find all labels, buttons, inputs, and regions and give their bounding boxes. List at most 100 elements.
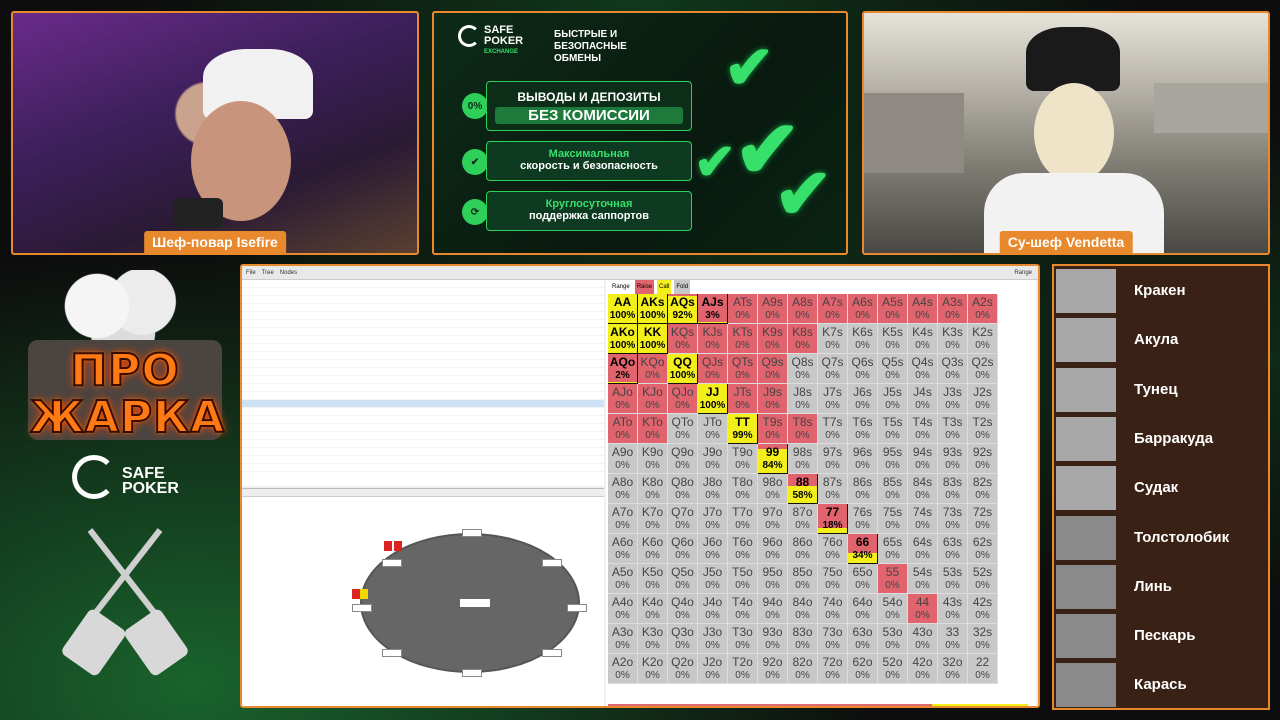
hand-cell[interactable]: J5s 0% bbox=[878, 384, 908, 414]
hand-cell[interactable]: K2s 0% bbox=[968, 324, 998, 354]
tree-row[interactable] bbox=[242, 464, 604, 472]
hand-cell[interactable]: J6s 0% bbox=[848, 384, 878, 414]
tree-row[interactable] bbox=[242, 440, 604, 448]
hand-cell[interactable]: J8s 0% bbox=[788, 384, 818, 414]
legend-range[interactable]: Range bbox=[610, 280, 632, 294]
hand-cell[interactable]: 82o 0% bbox=[788, 654, 818, 684]
hand-cell[interactable]: K3s 0% bbox=[938, 324, 968, 354]
hand-cell[interactable]: K4s 0% bbox=[908, 324, 938, 354]
hand-cell[interactable]: A2o 0% bbox=[608, 654, 638, 684]
tree-row[interactable] bbox=[242, 400, 604, 408]
hand-cell[interactable]: J7o 0% bbox=[698, 504, 728, 534]
hand-cell[interactable]: 76s 0% bbox=[848, 504, 878, 534]
hand-cell[interactable]: QTo 0% bbox=[668, 414, 698, 444]
hand-cell[interactable]: 55 0% bbox=[878, 564, 908, 594]
hand-cell[interactable]: A5s 0% bbox=[878, 294, 908, 324]
hand-cell[interactable]: Q4o 0% bbox=[668, 594, 698, 624]
hand-cell[interactable]: T4o 0% bbox=[728, 594, 758, 624]
seat-box[interactable] bbox=[567, 604, 587, 612]
hand-cell[interactable]: 52o 0% bbox=[878, 654, 908, 684]
hand-cell[interactable]: Q2o 0% bbox=[668, 654, 698, 684]
hand-cell[interactable]: 53s 0% bbox=[938, 564, 968, 594]
tree-row[interactable] bbox=[242, 288, 604, 296]
hand-cell[interactable]: A6o 0% bbox=[608, 534, 638, 564]
hand-cell[interactable]: 98s 0% bbox=[788, 444, 818, 474]
hand-cell[interactable]: T7o 0% bbox=[728, 504, 758, 534]
hand-cell[interactable]: A8o 0% bbox=[608, 474, 638, 504]
hand-cell[interactable]: 96o 0% bbox=[758, 534, 788, 564]
hand-cell[interactable]: QTs 0% bbox=[728, 354, 758, 384]
seat-box[interactable] bbox=[462, 529, 482, 537]
tree-row[interactable] bbox=[242, 416, 604, 424]
hand-cell[interactable]: 83o 0% bbox=[788, 624, 818, 654]
hand-cell[interactable]: 62s 0% bbox=[968, 534, 998, 564]
hand-cell[interactable]: 74o 0% bbox=[818, 594, 848, 624]
hand-cell[interactable]: 75o 0% bbox=[818, 564, 848, 594]
hand-cell[interactable]: J7s 0% bbox=[818, 384, 848, 414]
hand-cell[interactable]: QQ 100% bbox=[668, 354, 698, 384]
hand-cell[interactable]: T6o 0% bbox=[728, 534, 758, 564]
hand-cell[interactable]: AA 100% bbox=[608, 294, 638, 324]
hand-cell[interactable]: T9s 0% bbox=[758, 414, 788, 444]
hand-cell[interactable]: K3o 0% bbox=[638, 624, 668, 654]
seat-box[interactable] bbox=[542, 649, 562, 657]
hand-cell[interactable]: 62o 0% bbox=[848, 654, 878, 684]
hand-cell[interactable]: T5o 0% bbox=[728, 564, 758, 594]
hand-cell[interactable]: Q6o 0% bbox=[668, 534, 698, 564]
hand-cell[interactable]: J2s 0% bbox=[968, 384, 998, 414]
hand-cell[interactable]: Q5s 0% bbox=[878, 354, 908, 384]
hand-cell[interactable]: K8s 0% bbox=[788, 324, 818, 354]
hand-cell[interactable]: 42s 0% bbox=[968, 594, 998, 624]
hand-cell[interactable]: 92o 0% bbox=[758, 654, 788, 684]
hand-cell[interactable]: Q2s 0% bbox=[968, 354, 998, 384]
hand-cell[interactable]: ATs 0% bbox=[728, 294, 758, 324]
hand-cell[interactable]: 84o 0% bbox=[788, 594, 818, 624]
tree-row[interactable] bbox=[242, 456, 604, 464]
hand-cell[interactable]: A9s 0% bbox=[758, 294, 788, 324]
hand-cell[interactable]: K9o 0% bbox=[638, 444, 668, 474]
hand-cell[interactable]: A8s 0% bbox=[788, 294, 818, 324]
hand-cell[interactable]: T6s 0% bbox=[848, 414, 878, 444]
seat-box[interactable] bbox=[542, 559, 562, 567]
hand-cell[interactable]: KTs 0% bbox=[728, 324, 758, 354]
hand-cell[interactable]: TT 99% bbox=[728, 414, 758, 444]
tree-row[interactable] bbox=[242, 424, 604, 432]
tree-row[interactable] bbox=[242, 448, 604, 456]
tree-row[interactable] bbox=[242, 392, 604, 400]
hand-cell[interactable]: KJo 0% bbox=[638, 384, 668, 414]
hand-cell[interactable]: KK 100% bbox=[638, 324, 668, 354]
hand-cell[interactable]: AQo 2% bbox=[608, 354, 638, 384]
hand-cell[interactable]: 43s 0% bbox=[938, 594, 968, 624]
hand-cell[interactable]: 86o 0% bbox=[788, 534, 818, 564]
hand-cell[interactable]: 74s 0% bbox=[908, 504, 938, 534]
hand-cell[interactable]: 97s 0% bbox=[818, 444, 848, 474]
hand-cell[interactable]: 66 34% bbox=[848, 534, 878, 564]
hand-cell[interactable]: 92s 0% bbox=[968, 444, 998, 474]
hand-cell[interactable]: 43o 0% bbox=[908, 624, 938, 654]
hand-cell[interactable]: 75s 0% bbox=[878, 504, 908, 534]
hand-cell[interactable]: 95o 0% bbox=[758, 564, 788, 594]
hand-cell[interactable]: A2s 0% bbox=[968, 294, 998, 324]
tree-row[interactable] bbox=[242, 312, 604, 320]
hand-cell[interactable]: 73o 0% bbox=[818, 624, 848, 654]
hand-cell[interactable]: AQs 92% bbox=[668, 294, 698, 324]
hand-cell[interactable]: KTo 0% bbox=[638, 414, 668, 444]
hand-cell[interactable]: AKo 100% bbox=[608, 324, 638, 354]
hand-cell[interactable]: T3o 0% bbox=[728, 624, 758, 654]
hand-cell[interactable]: Q9o 0% bbox=[668, 444, 698, 474]
hand-cell[interactable]: 44 0% bbox=[908, 594, 938, 624]
hand-cell[interactable]: J9o 0% bbox=[698, 444, 728, 474]
hand-cell[interactable]: 64o 0% bbox=[848, 594, 878, 624]
hand-cell[interactable]: Q5o 0% bbox=[668, 564, 698, 594]
hand-cell[interactable]: 84s 0% bbox=[908, 474, 938, 504]
hand-cell[interactable]: Q8s 0% bbox=[788, 354, 818, 384]
hand-cell[interactable]: K5s 0% bbox=[878, 324, 908, 354]
hand-cell[interactable]: 32o 0% bbox=[938, 654, 968, 684]
hand-cell[interactable]: 73s 0% bbox=[938, 504, 968, 534]
hand-cell[interactable]: 53o 0% bbox=[878, 624, 908, 654]
hand-cell[interactable]: Q9s 0% bbox=[758, 354, 788, 384]
hand-cell[interactable]: AJs 3% bbox=[698, 294, 728, 324]
hand-cell[interactable]: 64s 0% bbox=[908, 534, 938, 564]
hand-cell[interactable]: 52s 0% bbox=[968, 564, 998, 594]
hand-cell[interactable]: Q7o 0% bbox=[668, 504, 698, 534]
